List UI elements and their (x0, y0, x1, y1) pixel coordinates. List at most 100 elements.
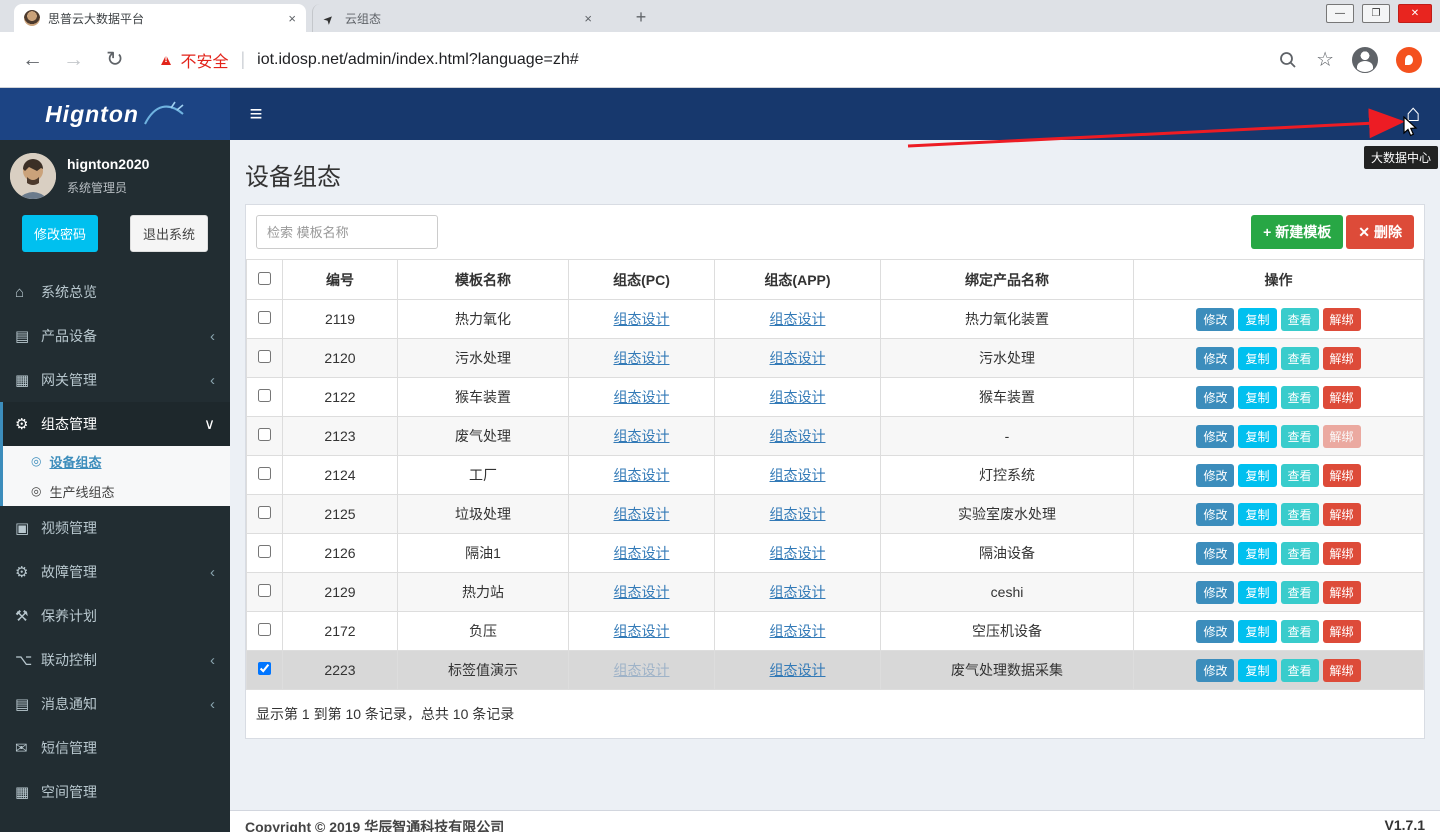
browser-update-icon[interactable] (1396, 47, 1422, 73)
unbind-action-button[interactable]: 解绑 (1323, 659, 1361, 682)
pc-config-link[interactable]: 组态设计 (614, 662, 670, 678)
sidebar-item-message[interactable]: ▤消息通知‹ (0, 682, 230, 726)
view-action-button[interactable]: 查看 (1281, 347, 1319, 370)
pc-config-link[interactable]: 组态设计 (614, 506, 670, 522)
browser-profile-icon[interactable] (1352, 47, 1378, 73)
unbind-action-button[interactable]: 解绑 (1323, 425, 1361, 448)
sidebar-item-fault[interactable]: ⚙故障管理‹ (0, 550, 230, 594)
app-config-link[interactable]: 组态设计 (770, 428, 826, 444)
row-checkbox[interactable] (258, 350, 271, 363)
row-checkbox[interactable] (258, 389, 271, 402)
pc-config-link[interactable]: 组态设计 (614, 467, 670, 483)
sidebar-subitem[interactable]: ◎设备组态 (3, 446, 230, 476)
search-input[interactable] (256, 215, 438, 249)
unbind-action-button[interactable]: 解绑 (1323, 347, 1361, 370)
unbind-action-button[interactable]: 解绑 (1323, 581, 1361, 604)
view-action-button[interactable]: 查看 (1281, 503, 1319, 526)
edit-action-button[interactable]: 修改 (1196, 659, 1234, 682)
unbind-action-button[interactable]: 解绑 (1323, 503, 1361, 526)
pc-config-link[interactable]: 组态设计 (614, 428, 670, 444)
unbind-action-button[interactable]: 解绑 (1323, 386, 1361, 409)
bookmark-star-icon[interactable]: ☆ (1316, 47, 1334, 72)
new-template-button[interactable]: + 新建模板 (1251, 215, 1343, 249)
sidebar-item-linkage[interactable]: ⌥联动控制‹ (0, 638, 230, 682)
row-checkbox[interactable] (258, 662, 271, 675)
sidebar-item-sms[interactable]: ✉短信管理 (0, 726, 230, 770)
pc-config-link[interactable]: 组态设计 (614, 389, 670, 405)
app-config-link[interactable]: 组态设计 (770, 467, 826, 483)
close-button[interactable]: ✕ (1398, 4, 1432, 23)
unbind-action-button[interactable]: 解绑 (1323, 308, 1361, 331)
address-bar[interactable]: iot.idosp.net/admin/index.html?language=… (257, 51, 579, 69)
unbind-action-button[interactable]: 解绑 (1323, 542, 1361, 565)
edit-action-button[interactable]: 修改 (1196, 308, 1234, 331)
view-action-button[interactable]: 查看 (1281, 386, 1319, 409)
row-checkbox[interactable] (258, 428, 271, 441)
sidebar-item-gateway[interactable]: ▦网关管理‹ (0, 358, 230, 402)
refresh-icon[interactable]: ↻ (106, 47, 124, 72)
row-checkbox[interactable] (258, 506, 271, 519)
sidebar-item-video[interactable]: ▣视频管理 (0, 506, 230, 550)
copy-action-button[interactable]: 复制 (1238, 503, 1276, 526)
copy-action-button[interactable]: 复制 (1238, 581, 1276, 604)
tab-close-icon[interactable]: × (288, 11, 296, 26)
view-action-button[interactable]: 查看 (1281, 581, 1319, 604)
minimize-button[interactable]: — (1326, 4, 1354, 23)
app-config-link[interactable]: 组态设计 (770, 506, 826, 522)
unbind-action-button[interactable]: 解绑 (1323, 620, 1361, 643)
pc-config-link[interactable]: 组态设计 (614, 545, 670, 561)
row-checkbox[interactable] (258, 467, 271, 480)
app-config-link[interactable]: 组态设计 (770, 662, 826, 678)
copy-action-button[interactable]: 复制 (1238, 620, 1276, 643)
edit-action-button[interactable]: 修改 (1196, 464, 1234, 487)
edit-action-button[interactable]: 修改 (1196, 620, 1234, 643)
sidebar-item-products[interactable]: ▤产品设备‹ (0, 314, 230, 358)
edit-action-button[interactable]: 修改 (1196, 425, 1234, 448)
browser-tab-inactive[interactable]: ➤ 云组态 × (312, 4, 602, 32)
copy-action-button[interactable]: 复制 (1238, 425, 1276, 448)
row-checkbox[interactable] (258, 623, 271, 636)
edit-action-button[interactable]: 修改 (1196, 542, 1234, 565)
sidebar-item-overview[interactable]: ⌂系统总览 (0, 270, 230, 314)
row-checkbox[interactable] (258, 545, 271, 558)
app-config-link[interactable]: 组态设计 (770, 350, 826, 366)
back-icon[interactable]: ← (22, 48, 43, 72)
app-config-link[interactable]: 组态设计 (770, 311, 826, 327)
pc-config-link[interactable]: 组态设计 (614, 623, 670, 639)
view-action-button[interactable]: 查看 (1281, 464, 1319, 487)
select-all-checkbox[interactable] (258, 272, 271, 285)
sidebar-item-maintain[interactable]: ⚒保养计划 (0, 594, 230, 638)
unbind-action-button[interactable]: 解绑 (1323, 464, 1361, 487)
browser-tab-active[interactable]: 思普云大数据平台 × (14, 4, 306, 32)
app-config-link[interactable]: 组态设计 (770, 389, 826, 405)
row-checkbox[interactable] (258, 311, 271, 324)
copy-action-button[interactable]: 复制 (1238, 386, 1276, 409)
app-config-link[interactable]: 组态设计 (770, 584, 826, 600)
delete-button[interactable]: ✕ 删除 (1346, 215, 1414, 249)
app-config-link[interactable]: 组态设计 (770, 545, 826, 561)
bigdata-center-button[interactable]: ⌂ (1390, 88, 1436, 140)
view-action-button[interactable]: 查看 (1281, 620, 1319, 643)
security-warning-label[interactable]: 不安全 (180, 48, 228, 72)
row-checkbox[interactable] (258, 584, 271, 597)
new-tab-button[interactable]: + (630, 6, 652, 28)
forward-icon[interactable]: → (63, 48, 84, 72)
edit-action-button[interactable]: 修改 (1196, 386, 1234, 409)
pc-config-link[interactable]: 组态设计 (614, 584, 670, 600)
view-action-button[interactable]: 查看 (1281, 542, 1319, 565)
edit-action-button[interactable]: 修改 (1196, 503, 1234, 526)
pc-config-link[interactable]: 组态设计 (614, 311, 670, 327)
sidebar-toggle-button[interactable]: ≡ (232, 88, 280, 140)
sidebar-item-scada[interactable]: ⚙组态管理∨ (0, 402, 230, 446)
copy-action-button[interactable]: 复制 (1238, 464, 1276, 487)
view-action-button[interactable]: 查看 (1281, 659, 1319, 682)
tab-close-icon[interactable]: × (584, 11, 592, 26)
view-action-button[interactable]: 查看 (1281, 425, 1319, 448)
sidebar-subitem[interactable]: ◎生产线组态 (3, 476, 230, 506)
sidebar-item-space[interactable]: ▦空间管理 (0, 770, 230, 814)
logout-button[interactable]: 退出系统 (130, 215, 208, 252)
edit-action-button[interactable]: 修改 (1196, 581, 1234, 604)
view-action-button[interactable]: 查看 (1281, 308, 1319, 331)
app-config-link[interactable]: 组态设计 (770, 623, 826, 639)
change-password-button[interactable]: 修改密码 (22, 215, 98, 252)
